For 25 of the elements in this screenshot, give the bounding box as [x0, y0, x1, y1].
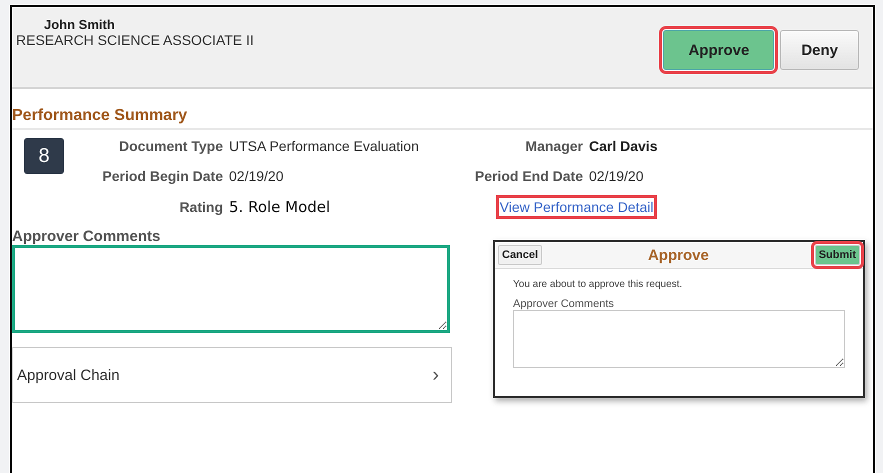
field-label: Period End Date [474, 168, 583, 184]
field-value: 5. Role Model [229, 198, 332, 216]
comments-label: Approver Comments [12, 228, 162, 245]
field-value: 02/19/20 [229, 168, 284, 184]
comments-label: Approver Comments [513, 298, 615, 310]
action-button[interactable]: Deny [780, 30, 859, 70]
approval-chain-label: Approval Chain [17, 366, 120, 384]
comments-field[interactable] [513, 310, 845, 368]
employee-name: John Smith [43, 17, 116, 32]
field-label: Document Type [118, 138, 223, 154]
field-value: 02/19/20 [589, 168, 644, 184]
chevron-icon: › [432, 364, 439, 386]
field-label: Period Begin Date [101, 168, 223, 184]
approval-chain-item[interactable]: Approval Chain › [12, 347, 452, 403]
dialog-message: You are about to approve this request. [513, 279, 684, 290]
field-value: Carl Davis [589, 138, 658, 154]
job-title: RESEARCH SCIENCE ASSOCIATE II [16, 32, 254, 48]
comments-field[interactable] [12, 245, 450, 333]
section-title: Performance Summary [12, 89, 873, 130]
field-value: UTSA Performance Evaluation [229, 138, 420, 154]
dialog-title: Approve [648, 246, 709, 264]
field-label: Rating [178, 199, 223, 215]
count-badge: 8 [24, 138, 64, 174]
field-label: Manager [524, 138, 583, 154]
cancel-button[interactable]: Cancel [498, 245, 542, 265]
